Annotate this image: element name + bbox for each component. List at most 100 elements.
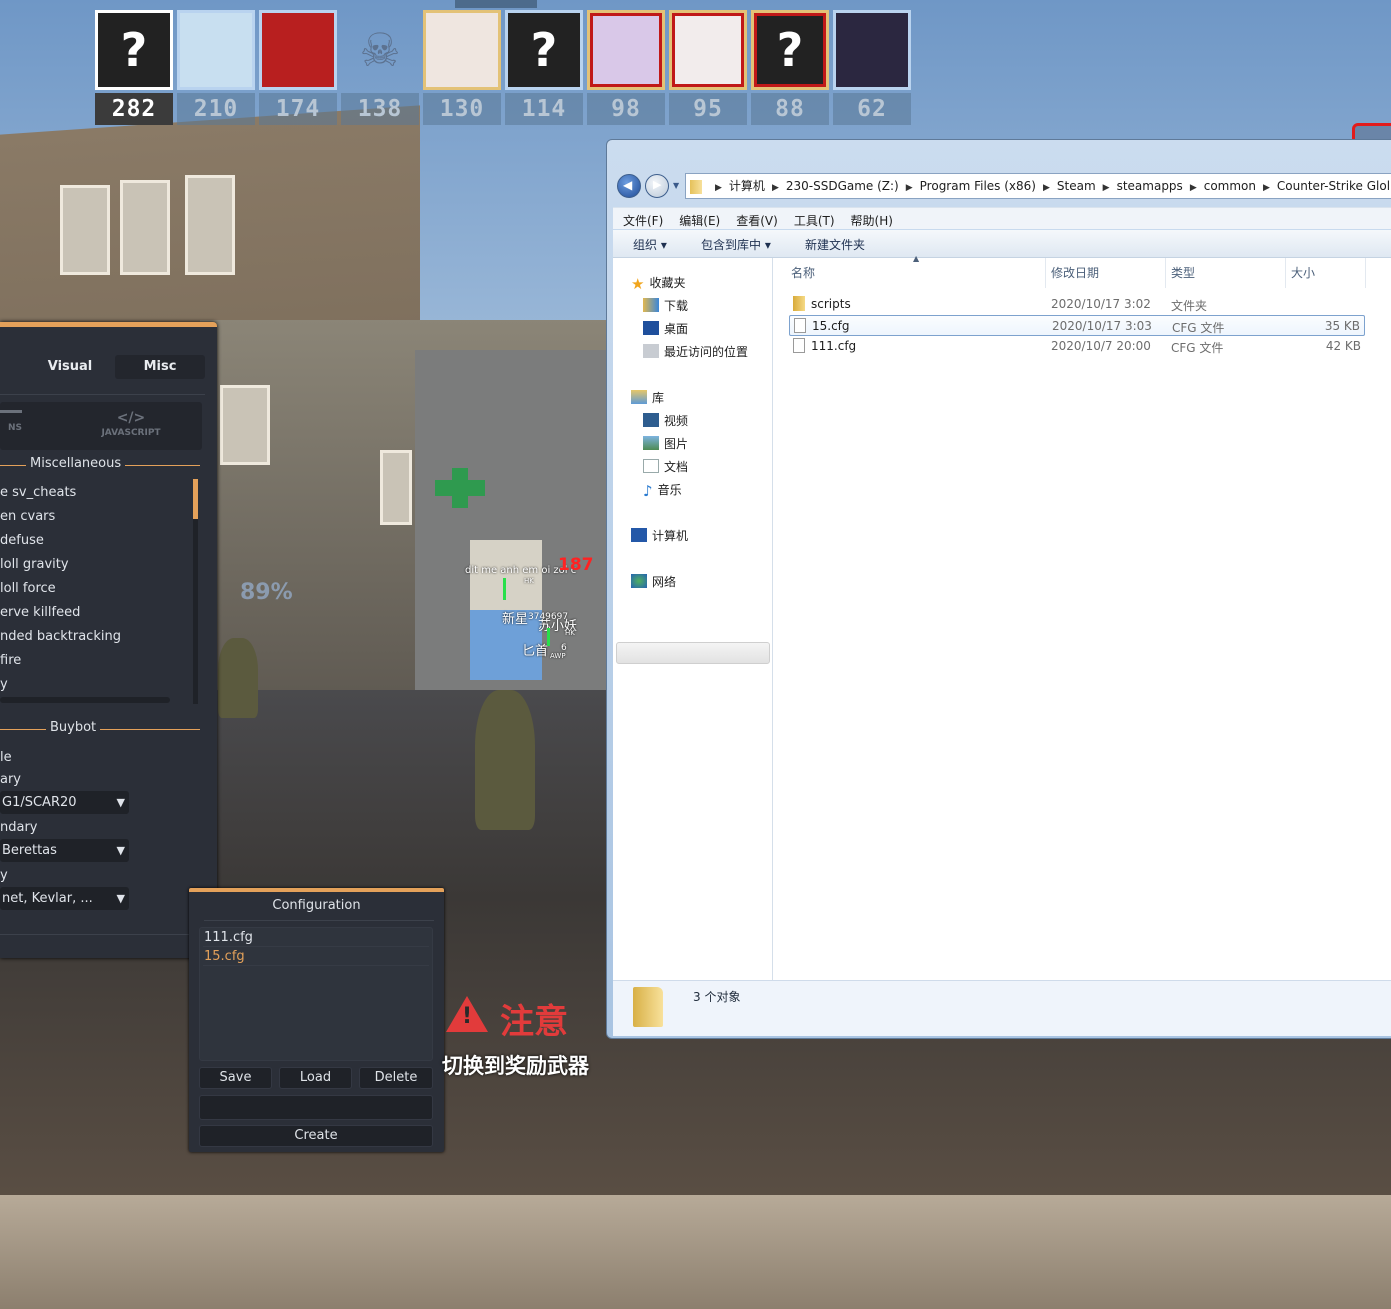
group-title-buybot: Buybot bbox=[46, 720, 101, 735]
desktop-icon bbox=[643, 321, 659, 335]
breadcrumb-item[interactable]: Program Files (x86) bbox=[920, 179, 1036, 193]
breadcrumb-separator-icon[interactable]: ▶ bbox=[1190, 183, 1197, 193]
scoreboard-player: ☠ 138 bbox=[341, 10, 419, 125]
music-icon: ♪ bbox=[643, 482, 653, 500]
nav-desktop[interactable]: 桌面 bbox=[643, 320, 688, 337]
pharmacy-cross-sign bbox=[435, 468, 485, 508]
nav-music[interactable]: ♪ 音乐 bbox=[643, 481, 682, 500]
config-file-list[interactable]: 111.cfg 15.cfg bbox=[199, 927, 433, 1061]
breadcrumb-separator-icon[interactable]: ▶ bbox=[715, 183, 722, 193]
scrollbar-horizontal[interactable] bbox=[0, 697, 170, 703]
column-divider[interactable] bbox=[1365, 258, 1366, 288]
organize-button[interactable]: 组织 ▾ bbox=[633, 236, 667, 253]
config-file-item[interactable]: 111.cfg bbox=[203, 928, 429, 947]
sort-arrow-icon: ▲ bbox=[913, 254, 920, 263]
load-button[interactable]: Load bbox=[279, 1067, 352, 1089]
address-bar[interactable]: ▶ 计算机 ▶ 230-SSDGame (Z:) ▶ Program Files (x86… bbox=[685, 173, 1391, 199]
column-header-size[interactable]: 大小 bbox=[1291, 264, 1315, 281]
buybot-enable-label[interactable]: le bbox=[0, 750, 12, 765]
unknown-avatar: ? bbox=[505, 10, 583, 90]
nav-downloads[interactable]: 下载 bbox=[643, 297, 688, 314]
misc-option[interactable]: loll force bbox=[0, 581, 56, 596]
menu-item[interactable]: 编辑(E) bbox=[669, 208, 726, 229]
column-divider[interactable] bbox=[1285, 258, 1286, 288]
misc-option[interactable]: y bbox=[0, 677, 8, 692]
include-in-library-button[interactable]: 包含到库中 ▾ bbox=[701, 236, 771, 253]
scrollbar-thumb[interactable] bbox=[193, 479, 198, 519]
dropdown-arrow-icon: ▼ bbox=[116, 796, 125, 809]
utility-dropdown[interactable]: net, Kevlar, ... ▼ bbox=[0, 887, 129, 910]
back-button[interactable] bbox=[617, 174, 641, 198]
breadcrumb-separator-icon[interactable]: ▶ bbox=[772, 183, 779, 193]
breadcrumb-separator-icon[interactable]: ▶ bbox=[1043, 183, 1050, 193]
documents-icon bbox=[643, 459, 659, 473]
forward-button[interactable] bbox=[645, 174, 669, 198]
menu-item[interactable]: 工具(T) bbox=[784, 208, 841, 229]
config-file-item[interactable]: 15.cfg bbox=[203, 947, 429, 966]
breadcrumb-separator-icon[interactable]: ▶ bbox=[1263, 183, 1270, 193]
column-divider[interactable] bbox=[1165, 258, 1166, 288]
breadcrumb-item[interactable]: 计算机 bbox=[729, 179, 765, 193]
breadcrumb-separator-icon[interactable]: ▶ bbox=[1103, 183, 1110, 193]
tab-visual[interactable]: Visual bbox=[25, 355, 115, 379]
tab-misc[interactable]: Misc bbox=[115, 355, 205, 379]
breadcrumb-item[interactable]: 230-SSDGame (Z:) bbox=[786, 179, 899, 193]
scoreboard-player: 62 bbox=[833, 10, 911, 125]
anime-long-hair-avatar bbox=[423, 10, 501, 90]
misc-option[interactable]: nded backtracking bbox=[0, 629, 121, 644]
file-row[interactable]: 111.cfg 2020/10/7 20:00 CFG 文件 42 KB bbox=[789, 336, 1365, 357]
misc-option[interactable]: e sv_cheats bbox=[0, 485, 76, 500]
save-button[interactable]: Save bbox=[199, 1067, 272, 1089]
player-score: 114 bbox=[505, 93, 583, 125]
nav-videos[interactable]: 视频 bbox=[643, 412, 688, 429]
secondary-weapon-dropdown[interactable]: Berettas ▼ bbox=[0, 839, 129, 862]
column-header-type[interactable]: 类型 bbox=[1171, 264, 1195, 281]
player-score: 95 bbox=[669, 93, 747, 125]
misc-option[interactable]: en cvars bbox=[0, 509, 55, 524]
column-divider[interactable] bbox=[1045, 258, 1046, 288]
subtab-javascript[interactable]: </> JAVASCRIPT bbox=[100, 410, 162, 438]
nav-pictures[interactable]: 图片 bbox=[643, 435, 688, 452]
nav-network[interactable]: 网络 bbox=[631, 573, 676, 590]
nav-documents[interactable]: 文档 bbox=[643, 458, 688, 475]
misc-option[interactable]: fire bbox=[0, 653, 21, 668]
breadcrumb-item[interactable]: Steam bbox=[1057, 179, 1096, 193]
breadcrumb-item[interactable]: Counter-Strike Glol bbox=[1277, 179, 1390, 193]
code-icon: </> bbox=[116, 410, 146, 426]
column-header-date[interactable]: 修改日期 bbox=[1051, 264, 1099, 281]
nav-libraries[interactable]: 库 bbox=[631, 389, 664, 406]
misc-option[interactable]: loll gravity bbox=[0, 557, 69, 572]
breadcrumb-item[interactable]: steamapps bbox=[1117, 179, 1183, 193]
breadcrumb-separator-icon[interactable]: ▶ bbox=[906, 183, 913, 193]
delete-button[interactable]: Delete bbox=[359, 1067, 433, 1089]
player-score: 98 bbox=[587, 93, 665, 125]
history-dropdown-icon[interactable]: ▼ bbox=[673, 181, 679, 190]
misc-option[interactable]: defuse bbox=[0, 533, 44, 548]
create-button[interactable]: Create bbox=[199, 1125, 433, 1147]
column-header-name[interactable]: 名称 bbox=[791, 264, 815, 281]
misc-option[interactable]: erve killfeed bbox=[0, 605, 80, 620]
nav-computer[interactable]: 计算机 bbox=[631, 527, 688, 544]
navigation-pane: ★ 收藏夹 下载 桌面 最近访问的位置 库 视频 图片 文档 ♪ 音乐 计算机 网络 bbox=[613, 258, 773, 980]
nav-favorites[interactable]: ★ 收藏夹 bbox=[631, 274, 685, 293]
star-icon: ★ bbox=[631, 275, 645, 293]
config-name-input[interactable] bbox=[199, 1095, 433, 1120]
file-row[interactable]: scripts 2020/10/17 3:02 文件夹 bbox=[789, 294, 1365, 315]
file-row[interactable]: 15.cfg 2020/10/17 3:03 CFG 文件 35 KB bbox=[789, 315, 1365, 336]
file-date: 2020/10/17 3:02 bbox=[1051, 297, 1151, 311]
menu-bar: 文件(F) 编辑(E) 查看(V) 工具(T) 帮助(H) bbox=[613, 207, 1391, 229]
item-count: 3 个对象 bbox=[693, 990, 741, 1004]
scoreboard-player: 174 bbox=[259, 10, 337, 125]
menu-item[interactable]: 帮助(H) bbox=[841, 208, 899, 229]
warning-title: 注意 bbox=[500, 1002, 568, 1042]
nav-recent[interactable]: 最近访问的位置 bbox=[643, 343, 748, 360]
breadcrumb-item[interactable]: common bbox=[1204, 179, 1256, 193]
menu-item[interactable]: 查看(V) bbox=[726, 208, 784, 229]
menu-item[interactable]: 文件(F) bbox=[613, 208, 669, 229]
scrollbar-vertical[interactable] bbox=[193, 479, 198, 704]
new-folder-button[interactable]: 新建文件夹 bbox=[805, 236, 865, 253]
subtab-weapons[interactable]: NS bbox=[0, 410, 30, 433]
primary-weapon-dropdown[interactable]: G1/SCAR20 ▼ bbox=[0, 791, 129, 814]
nav-selection bbox=[616, 642, 770, 664]
scoreboard-player: 130 bbox=[423, 10, 501, 125]
